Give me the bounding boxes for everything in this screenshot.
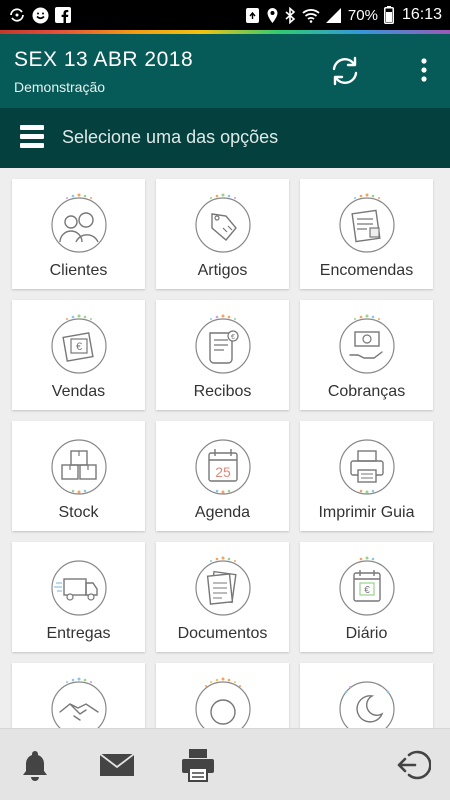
logout-button[interactable] <box>395 747 432 783</box>
handshake-icon <box>51 677 107 728</box>
tile-clientes[interactable]: Clientes <box>12 179 145 289</box>
hamburger-icon[interactable] <box>20 125 44 151</box>
signal-icon <box>325 8 341 23</box>
delivery-truck-icon <box>51 560 107 616</box>
tile-label: Agenda <box>194 504 251 521</box>
location-icon <box>267 7 278 23</box>
clients-icon <box>51 193 107 253</box>
battery-icon <box>383 6 394 24</box>
svg-text:€: € <box>76 341 82 353</box>
order-sheet-icon <box>339 193 395 253</box>
tile-label: Recibos <box>193 383 252 400</box>
tile-handshake[interactable] <box>12 663 145 728</box>
tile-label: Encomendas <box>319 262 414 279</box>
tile-encomendas[interactable]: Encomendas <box>300 179 433 289</box>
printer-icon <box>182 749 214 782</box>
status-right-icons: 70% 16:13 <box>245 6 442 24</box>
sync-icon <box>10 8 24 22</box>
tile-diario[interactable]: € Diário <box>300 542 433 652</box>
tile-sun[interactable] <box>156 663 289 728</box>
tile-label: Stock <box>58 504 99 521</box>
bluetooth-icon <box>285 6 296 24</box>
journal-icon: € <box>339 556 395 616</box>
menu-grid: Clientes Artigos Encomendas € Vendas € R… <box>0 168 450 728</box>
tile-recibos[interactable]: € Recibos <box>156 300 289 410</box>
header-date: SEX 13 ABR 2018 <box>14 48 194 71</box>
tile-label: Imprimir Guia <box>318 504 415 521</box>
mail-icon <box>99 753 135 776</box>
header-subtitle: Demonstração <box>14 79 106 95</box>
tile-documentos[interactable]: Documentos <box>156 542 289 652</box>
tile-stock[interactable]: Stock <box>12 421 145 531</box>
recycle-icon <box>245 7 259 23</box>
options-title: Selecione uma das opções <box>62 127 279 147</box>
tile-label: Vendas <box>51 383 106 400</box>
tile-label: Documentos <box>177 625 268 642</box>
tile-vendas[interactable]: € Vendas <box>12 300 145 410</box>
tile-moon[interactable] <box>300 663 433 728</box>
svg-text:€: € <box>364 585 370 596</box>
tile-label: Artigos <box>197 262 248 279</box>
tile-cobrancas[interactable]: Cobranças <box>300 300 433 410</box>
moon-icon <box>339 681 395 728</box>
tile-label: Clientes <box>49 262 108 279</box>
tile-label: Cobranças <box>327 383 406 400</box>
tile-label: Entregas <box>46 625 111 642</box>
price-tag-icon <box>195 193 251 253</box>
refresh-icon <box>332 56 358 86</box>
overflow-menu-button[interactable] <box>414 56 434 86</box>
app-bar: SEX 13 ABR 2018 Demonstração <box>0 34 450 108</box>
tile-agenda[interactable]: 25 Agenda <box>156 421 289 531</box>
status-bar: 70% 16:13 <box>0 0 450 30</box>
options-bar: Selecione uma das opções <box>0 108 450 168</box>
smiley-icon <box>32 7 49 23</box>
refresh-button[interactable] <box>328 54 362 88</box>
payment-hand-icon <box>339 314 395 374</box>
calendar-icon: 25 <box>195 439 251 495</box>
sun-icon <box>195 677 251 728</box>
tile-entregas[interactable]: Entregas <box>12 542 145 652</box>
boxes-icon <box>51 439 107 495</box>
bell-icon <box>23 751 47 781</box>
sales-receipt-icon: € <box>51 314 107 374</box>
wifi-icon <box>302 9 320 23</box>
tile-label: Diário <box>345 625 388 642</box>
documents-icon <box>195 556 251 616</box>
status-time: 16:13 <box>401 6 442 23</box>
print-button[interactable] <box>180 747 216 783</box>
receipt-scroll-icon: € <box>195 314 251 374</box>
tile-artigos[interactable]: Artigos <box>156 179 289 289</box>
logout-icon <box>397 750 432 780</box>
notifications-button[interactable] <box>17 747 53 783</box>
calendar-day: 25 <box>215 464 231 480</box>
printer-icon <box>339 439 395 495</box>
battery-percentage: 70% <box>347 6 378 24</box>
messages-button[interactable] <box>98 747 136 783</box>
tile-imprimir-guia[interactable]: Imprimir Guia <box>300 421 433 531</box>
facebook-icon <box>55 7 71 23</box>
svg-text:€: € <box>231 334 235 341</box>
bottom-navigation <box>0 728 450 800</box>
more-vertical-icon <box>421 58 427 82</box>
status-left-icons <box>8 7 71 24</box>
